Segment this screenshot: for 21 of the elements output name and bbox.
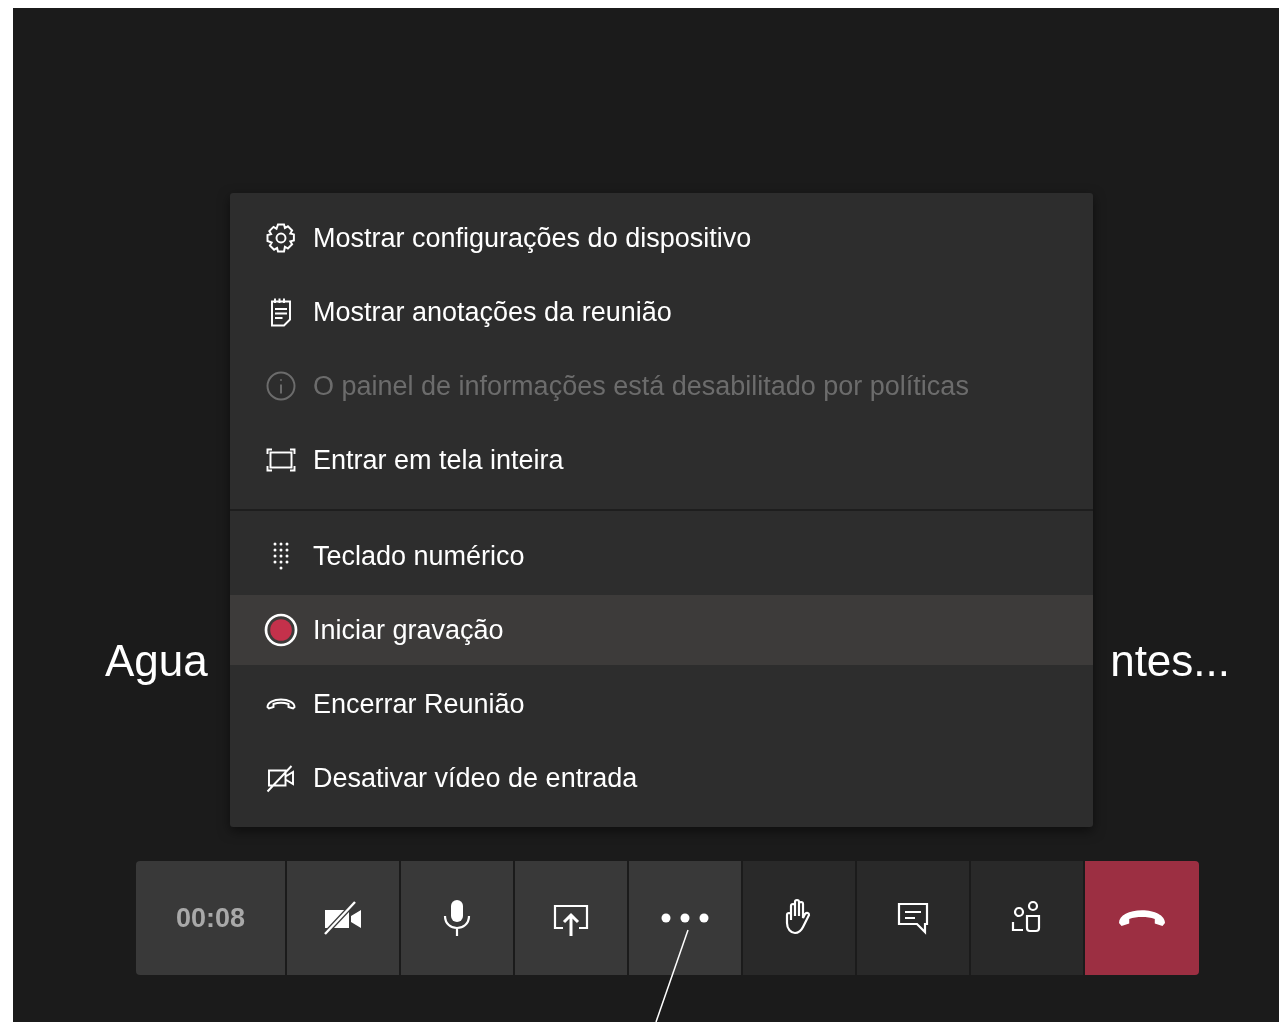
menu-item[interactable]: Mostrar configurações do dispositivo bbox=[230, 203, 1093, 273]
menu-item[interactable]: Entrar em tela inteira bbox=[230, 425, 1093, 495]
more-icon bbox=[661, 913, 709, 923]
menu-item[interactable]: Iniciar gravação bbox=[230, 595, 1093, 665]
waiting-message: ntes... bbox=[1110, 636, 1230, 687]
more-button[interactable] bbox=[629, 861, 741, 975]
call-timer: 00:08 bbox=[136, 861, 285, 975]
menu-item[interactable]: Encerrar Reunião bbox=[230, 669, 1093, 739]
menu-item[interactable]: Mostrar anotações da reunião bbox=[230, 277, 1093, 347]
waiting-message: Agua bbox=[105, 636, 208, 687]
phone-hangup-icon bbox=[1119, 909, 1165, 927]
record-icon bbox=[263, 612, 299, 648]
menu-item[interactable]: Desativar vídeo de entrada bbox=[230, 743, 1093, 813]
leave-button[interactable] bbox=[1085, 861, 1199, 975]
raise-hand-button[interactable] bbox=[743, 861, 855, 975]
camera-off-button[interactable] bbox=[287, 861, 399, 975]
participants-button[interactable] bbox=[971, 861, 1083, 975]
share-button[interactable] bbox=[515, 861, 627, 975]
chat-button[interactable] bbox=[857, 861, 969, 975]
mic-button[interactable] bbox=[401, 861, 513, 975]
menu-item[interactable]: Teclado numérico bbox=[230, 521, 1093, 591]
